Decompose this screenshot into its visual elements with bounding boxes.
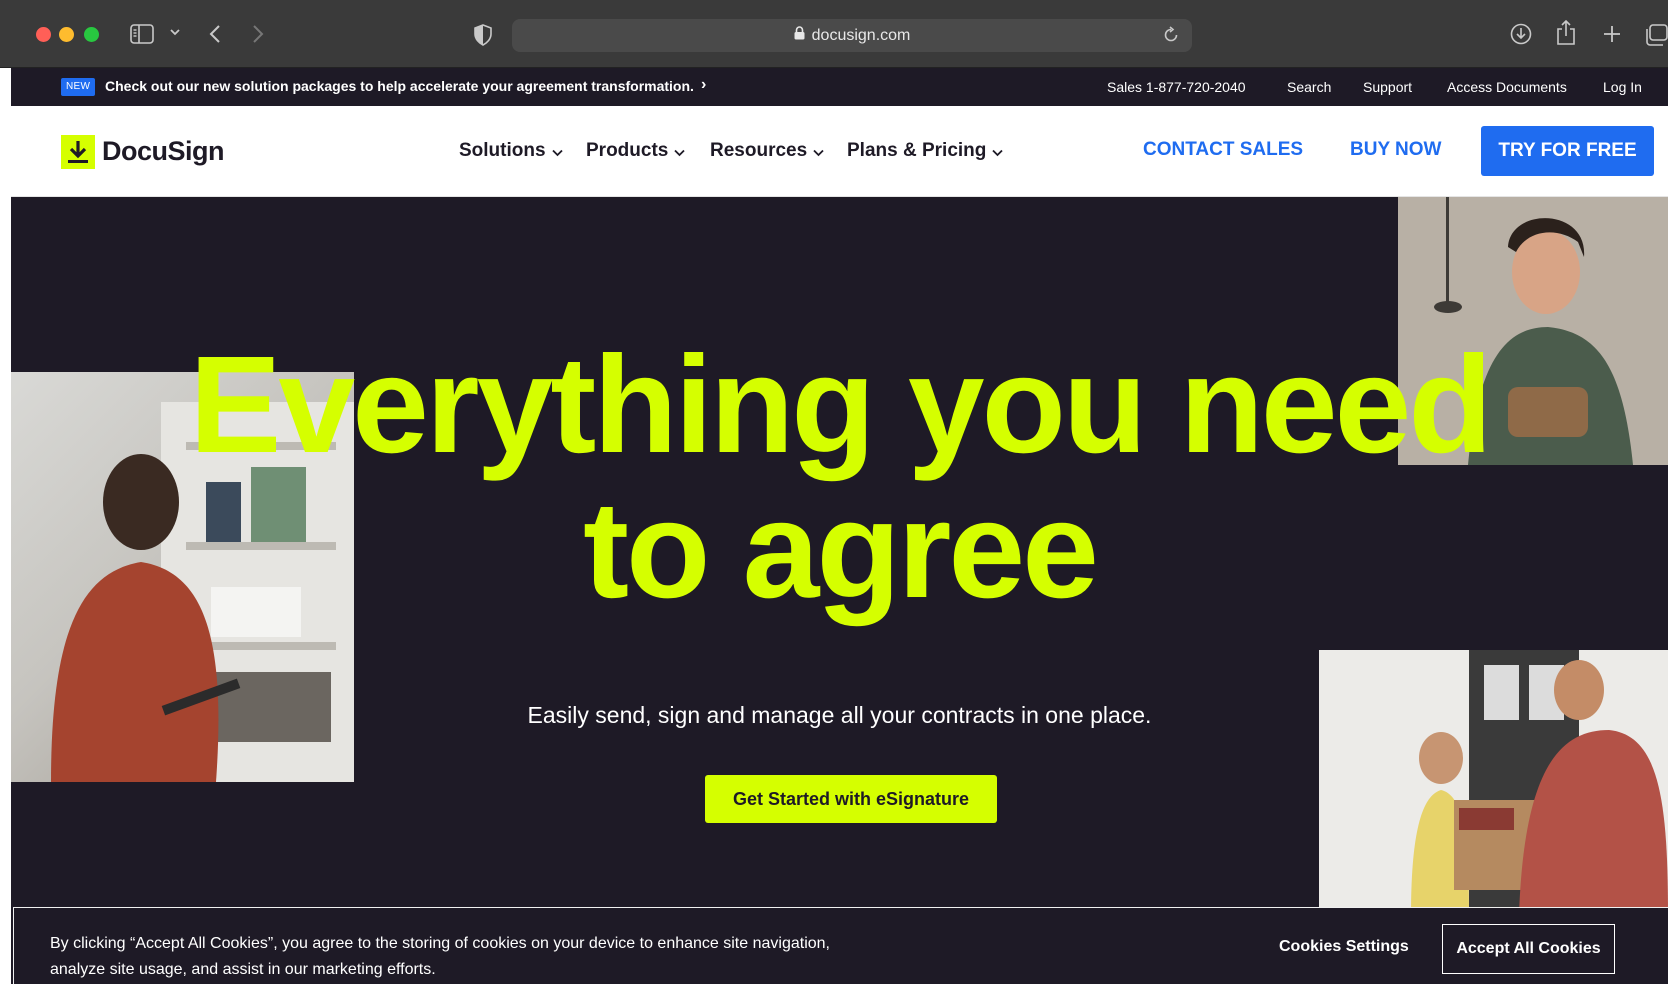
close-window-button[interactable] xyxy=(36,27,51,42)
announcement-link[interactable]: Check out our new solution packages to h… xyxy=(105,78,694,94)
chevron-down-icon xyxy=(813,141,824,163)
address-bar[interactable]: docusign.com xyxy=(512,19,1192,52)
zoom-window-button[interactable] xyxy=(84,27,99,42)
get-started-esignature-button[interactable]: Get Started with eSignature xyxy=(705,775,997,823)
shield-icon[interactable] xyxy=(474,24,492,46)
contact-sales-link[interactable]: CONTACT SALES xyxy=(1143,139,1303,161)
nav-plans-pricing[interactable]: Plans & Pricing xyxy=(847,139,1004,163)
nav-products[interactable]: Products xyxy=(586,139,685,163)
minimize-window-button[interactable] xyxy=(59,27,74,42)
search-link[interactable]: Search xyxy=(1287,79,1331,95)
address-url: docusign.com xyxy=(811,26,911,44)
logo-wordmark[interactable]: DocuSign xyxy=(102,136,225,167)
chevron-right-icon[interactable]: › xyxy=(701,76,706,94)
nav-solutions-label: Solutions xyxy=(459,140,546,161)
hero-subheadline: Easily send, sign and manage all your co… xyxy=(527,702,1152,728)
hero-photo-father-child xyxy=(1319,650,1668,915)
plus-icon[interactable] xyxy=(1602,24,1622,44)
announcement-bar: NEW Check out our new solution packages … xyxy=(11,68,1668,106)
nav-products-label: Products xyxy=(586,140,669,161)
nav-solutions[interactable]: Solutions xyxy=(459,139,563,163)
reload-icon[interactable] xyxy=(1162,26,1180,49)
nav-resources[interactable]: Resources xyxy=(710,139,824,163)
new-badge: NEW xyxy=(61,78,96,96)
tabs-icon[interactable] xyxy=(1644,24,1668,46)
log-in-link[interactable]: Log In xyxy=(1603,79,1642,95)
chevron-down-icon xyxy=(992,141,1004,163)
lock-icon xyxy=(794,26,805,45)
download-arrow-icon[interactable] xyxy=(61,135,95,169)
hero-headline-line-2: to agree xyxy=(583,473,1099,627)
try-for-free-button[interactable]: TRY FOR FREE xyxy=(1481,126,1654,176)
browser-toolbar: docusign.com xyxy=(0,0,1668,68)
chevron-down-icon[interactable] xyxy=(169,26,181,38)
hero-section: Everything you need to agree Easily send… xyxy=(11,197,1668,984)
support-link[interactable]: Support xyxy=(1363,79,1412,95)
chevron-right-icon[interactable] xyxy=(251,24,265,44)
nav-resources-label: Resources xyxy=(710,140,808,161)
access-documents-link[interactable]: Access Documents xyxy=(1447,79,1567,95)
share-icon[interactable] xyxy=(1556,20,1576,46)
sidebar-icon[interactable] xyxy=(130,24,154,44)
chevron-down-icon xyxy=(551,141,563,163)
download-circle-icon[interactable] xyxy=(1510,23,1532,45)
chevron-left-icon[interactable] xyxy=(208,24,222,44)
main-nav: DocuSign Solutions Products Resources Pl… xyxy=(11,106,1668,197)
cookie-banner-text: By clicking “Accept All Cookies”, you ag… xyxy=(50,935,830,978)
chevron-down-icon xyxy=(674,141,685,163)
hero-headline-line-1: Everything you need xyxy=(189,328,1492,482)
cookies-settings-button[interactable]: Cookies Settings xyxy=(1279,938,1409,956)
accept-all-cookies-button[interactable]: Accept All Cookies xyxy=(1442,924,1615,974)
sales-phone-link[interactable]: Sales 1-877-720-2040 xyxy=(1107,79,1246,95)
buy-now-link[interactable]: BUY NOW xyxy=(1350,139,1441,161)
nav-plans-pricing-label: Plans & Pricing xyxy=(847,140,987,161)
cookie-banner: By clicking “Accept All Cookies”, you ag… xyxy=(13,907,1668,984)
